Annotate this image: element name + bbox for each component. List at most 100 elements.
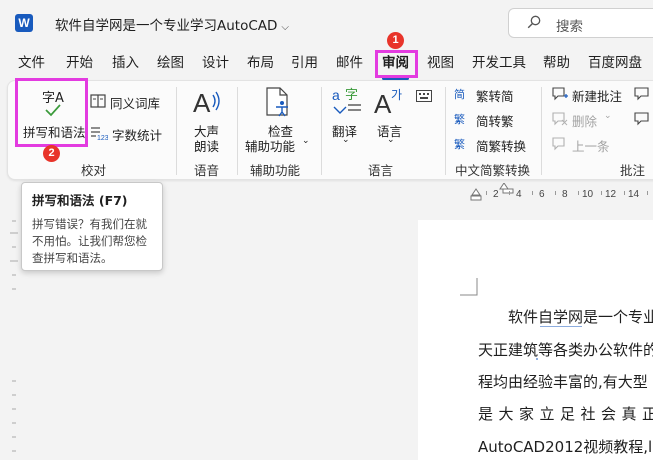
svg-text:字: 字 [345, 88, 358, 103]
chevron-down-icon: ⌄ [387, 135, 395, 145]
ruler-label: 12 [605, 189, 617, 200]
tab-file[interactable]: 文件 [18, 52, 45, 74]
accessibility-group-label: 辅助功能 [250, 163, 301, 178]
word-count-icon: 123 [91, 127, 108, 141]
group-separator [321, 87, 322, 175]
comments-group-label: 批注 [620, 163, 646, 178]
convert-button[interactable]: 繁 简繁转换 [454, 136, 534, 154]
proofing-group-label: 校对 [81, 163, 107, 178]
chevron-down-icon: ⌄ [302, 136, 310, 146]
thesaurus-button[interactable]: 同义词库 [90, 92, 170, 112]
speech-group-label: 语音 [194, 163, 220, 178]
chevron-down-icon: ⌄ [342, 135, 350, 145]
word-count-label: 字数统计 [112, 128, 163, 143]
tooltip-body: 拼写错误？有我们在就不用怕。让我们帮您检查拼写和语法。 [32, 217, 147, 265]
chevron-down-icon: ⌄ [604, 111, 612, 121]
delete-comment-button[interactable]: 删除 ⌄ [552, 111, 622, 129]
tab-mailings[interactable]: 邮件 [336, 52, 363, 74]
convert-icon: 繁 [454, 138, 465, 151]
tab-home[interactable]: 开始 [66, 52, 93, 74]
group-separator [445, 87, 446, 175]
language-button[interactable]: A 가 语言 ⌄ [369, 83, 411, 149]
read-aloud-button[interactable]: A 大声 朗读 [184, 83, 228, 154]
word-count-button[interactable]: 123 字数统计 [90, 124, 170, 144]
spelling-button-highlight [15, 78, 88, 147]
trad-to-simp-button[interactable]: 简 繁转简 [454, 86, 534, 104]
horizontal-ruler[interactable]: 2 4 6 8 10 12 14 [470, 183, 653, 209]
new-comment-button[interactable]: 新建批注 [552, 86, 632, 104]
language-icon: A 가 [374, 88, 402, 117]
ruler-label: 2 [493, 189, 499, 200]
simp-to-trad-button[interactable]: 繁 简转繁 [454, 111, 534, 129]
tab-developer[interactable]: 开发工具 [472, 52, 526, 74]
tab-view[interactable]: 视图 [427, 52, 454, 74]
search-icon [527, 15, 541, 29]
document-line-1: 软件自学网是一个专业 [508, 308, 653, 326]
language-group-label: 语言 [368, 163, 394, 178]
word-app-icon: W [15, 14, 33, 32]
keyboard-icon[interactable] [416, 90, 432, 102]
trad-to-simp-icon: 简 [454, 88, 465, 101]
ruler-label: 4 [516, 189, 522, 200]
step-badge-2: 2 [43, 145, 60, 162]
search-box[interactable]: 搜索 [508, 8, 653, 38]
translate-button[interactable]: a 字 翻译 ⌄ [326, 83, 366, 149]
step-badge-1: 1 [387, 32, 404, 49]
search-placeholder: 搜索 [556, 19, 583, 35]
book-icon [90, 94, 106, 108]
ruler-label: 14 [628, 189, 640, 200]
tooltip-title: 拼写和语法 (F7) [32, 193, 128, 208]
svg-text:a: a [332, 87, 340, 103]
delete-comment-icon [552, 112, 568, 126]
previous-comment-icon [552, 137, 565, 151]
vertical-ruler[interactable] [0, 209, 24, 460]
simp-to-trad-icon: 繁 [454, 113, 465, 126]
spell-underline-marks [536, 326, 582, 360]
svg-text:A: A [193, 88, 211, 117]
group-separator [176, 87, 177, 175]
tab-insert[interactable]: 插入 [112, 52, 139, 74]
svg-text:A: A [374, 89, 392, 117]
chevron-down-icon[interactable]: ⌵ [281, 22, 289, 33]
new-comment-label: 新建批注 [572, 89, 623, 104]
tab-draw[interactable]: 绘图 [157, 52, 184, 74]
group-separator [237, 87, 238, 175]
spelling-grammar-tooltip: 拼写和语法 (F7) 拼写错误？有我们在就不用怕。让我们帮您检查拼写和语法。 [21, 182, 163, 271]
check-accessibility-button[interactable]: 检查 辅助功能 ⌄ [242, 83, 312, 154]
delete-comment-label: 删除 [572, 114, 598, 129]
read-aloud-label-line2: 朗读 [194, 139, 220, 154]
accessibility-check-icon [266, 87, 288, 117]
comment-icon[interactable] [634, 112, 650, 126]
ruler-label: 8 [562, 189, 568, 200]
document-title[interactable]: 软件自学网是一个专业学习AutoCAD ⌵ [55, 14, 289, 34]
check-accessibility-label-line2: 辅助功能 [245, 139, 296, 154]
tab-baidu-netdisk[interactable]: 百度网盘 [588, 52, 642, 74]
trad-to-simp-label: 繁转简 [476, 89, 514, 104]
group-separator [541, 87, 542, 175]
svg-text:가: 가 [391, 88, 402, 102]
document-line-5: AutoCAD2012视频教程,l [478, 438, 653, 456]
tab-help[interactable]: 帮助 [543, 52, 570, 74]
convert-label: 简繁转换 [476, 139, 527, 154]
document-line-4: 是大家立足社会真正 [478, 405, 653, 423]
translate-icon: a 字 [332, 87, 361, 114]
new-comment-icon [552, 87, 568, 101]
ruler-label: 10 [582, 189, 594, 200]
title-bar: W 软件自学网是一个专业学习AutoCAD ⌵ 搜索 [0, 0, 653, 46]
thesaurus-label: 同义词库 [110, 96, 161, 111]
ribbon-tabs: 文件 开始 插入 绘图 设计 布局 引用 邮件 审阅 视图 开发工具 帮助 百度… [0, 52, 653, 80]
tab-design[interactable]: 设计 [202, 52, 229, 74]
simp-to-trad-label: 简转繁 [476, 114, 514, 129]
document-line-3: 程均由经验丰富的,有大型 [478, 373, 648, 391]
document-title-text: 软件自学网是一个专业学习AutoCAD [55, 18, 278, 34]
review-tab-highlight [375, 50, 418, 78]
ribbon-panel: 字A 拼写和语法 同义词库 123 字数统计 校对 A 大声 朗读 语音 检查 … [7, 80, 653, 180]
tab-layout[interactable]: 布局 [247, 52, 274, 74]
comment-icon[interactable] [634, 87, 650, 101]
previous-comment-label: 上一条 [572, 139, 610, 154]
chinese-conversion-group-label: 中文简繁转换 [455, 163, 531, 178]
tab-references[interactable]: 引用 [291, 52, 318, 74]
margin-corner-mark [460, 278, 478, 296]
previous-comment-button[interactable]: 上一条 [552, 136, 632, 154]
read-aloud-icon: A [193, 88, 220, 117]
